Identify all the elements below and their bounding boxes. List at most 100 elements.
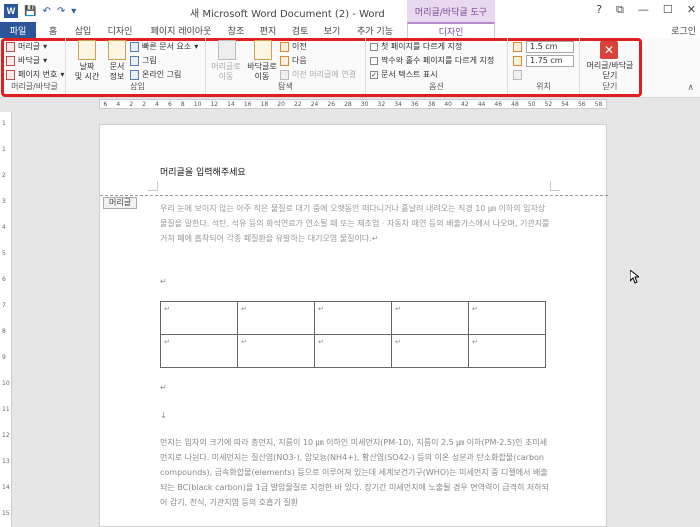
title-bar: W 💾 ↶ ↷ ▾ 새 Microsoft Word Document (2) …: [0, 0, 700, 22]
previous-button[interactable]: 이전: [280, 41, 307, 52]
tab-view[interactable]: 보기: [318, 22, 346, 38]
vruler-tick-label: 11: [2, 406, 10, 413]
ruler-tick-label: 30: [360, 100, 369, 108]
ruler-tick-label: 28: [344, 100, 352, 108]
table-cell[interactable]: ↵: [237, 334, 315, 368]
table-cell[interactable]: ↵: [391, 301, 469, 335]
footer-position-input[interactable]: 1.75 cm: [526, 55, 574, 67]
document-page[interactable]: 머리글을 입력해주세요 머리글 우리 눈에 보이지 않는 아주 작은 물질로 대…: [99, 124, 608, 527]
diff-first-page-checkbox[interactable]: 첫 페이지를 다르게 지정: [370, 41, 462, 52]
horizontal-ruler[interactable]: 6 4 2 2 4 6 8 10 12 14 16 18 20 22 24 26 28 30 32 34 36 38 40 4…: [0, 98, 700, 110]
vruler-tick-label: 15: [2, 510, 10, 517]
tab-page-layout[interactable]: 페이지 레이아웃: [144, 22, 218, 38]
header-position-input[interactable]: 1.5 cm: [526, 41, 574, 53]
diff-odd-even-checkbox[interactable]: 짝수와 홀수 페이지를 다르게 지정: [370, 55, 494, 66]
table-cell[interactable]: ↵: [468, 334, 546, 368]
quick-access-toolbar: W 💾 ↶ ↷ ▾: [0, 0, 76, 22]
header-separator: [100, 195, 608, 196]
vruler-tick-label: 3: [2, 198, 6, 205]
doc-info-icon: [108, 40, 126, 60]
page-number-button[interactable]: 페이지 번호 ▾: [6, 69, 64, 80]
tab-review[interactable]: 검토: [286, 22, 314, 38]
margin-corner-tr: [550, 181, 560, 191]
customize-qat-icon[interactable]: ▾: [71, 6, 76, 17]
footer-position-icon: [513, 56, 522, 66]
checkbox-checked-icon: ✓: [370, 70, 378, 79]
tab-file[interactable]: 파일: [0, 22, 36, 38]
footer-button[interactable]: 바닥글 ▾: [6, 55, 47, 66]
ribbon-tabs: 파일 홈 삽입 디자인 페이지 레이아웃 참조 편지 검토 보기 추가 기능 디…: [0, 22, 700, 38]
tab-insert[interactable]: 삽입: [68, 22, 98, 38]
link-previous-button[interactable]: 이전 머리글에 연결: [280, 69, 356, 80]
document-table[interactable]: ↵ ↵ ↵ ↵ ↵ ↵ ↵ ↵ ↵ ↵: [160, 301, 546, 368]
group-label-options: 옵션: [429, 82, 444, 91]
paragraph-mark: ↵: [160, 277, 167, 286]
redo-icon[interactable]: ↷: [57, 6, 65, 17]
ruler-tick-label: 36: [410, 100, 419, 108]
tab-references[interactable]: 참조: [222, 22, 250, 38]
maximize-icon[interactable]: ☐: [663, 3, 673, 17]
minimize-icon[interactable]: —: [638, 3, 649, 17]
group-label-navigation: 탐색: [278, 82, 293, 91]
ruler-tick-label: 22: [293, 100, 302, 108]
login-link[interactable]: 로그인: [671, 24, 696, 37]
vruler-tick-label: 9: [2, 354, 6, 361]
vertical-scrollbar[interactable]: [686, 110, 700, 527]
ruler-tick-label: 52: [544, 100, 553, 108]
ruler-numbers: 6 4 2 2 4 6 8 10 12 14 16 18 20 22 24 26 28 30 32 34 36 38 40 4…: [99, 99, 607, 109]
ruler-tick-label: 54: [561, 100, 569, 108]
tab-home[interactable]: 홈: [40, 22, 66, 38]
tab-hf-design[interactable]: 디자인: [407, 22, 495, 38]
ruler-tick-label: 4: [155, 100, 159, 108]
table-cell[interactable]: ↵: [391, 334, 469, 368]
table-cell[interactable]: ↵: [468, 301, 546, 335]
table-cell[interactable]: ↵: [160, 301, 238, 335]
group-label-position: 위치: [536, 82, 551, 91]
window-controls: ? ⧉ — ☐ ✕: [596, 3, 696, 17]
tab-design[interactable]: 디자인: [102, 22, 138, 38]
line-break-mark: ↓: [160, 411, 167, 420]
online-picture-button[interactable]: 온라인 그림: [130, 69, 181, 80]
online-picture-icon: [130, 69, 139, 80]
date-time-button[interactable]: 날짜 및 시간: [72, 62, 102, 82]
close-hf-button[interactable]: 머리글/바닥글 닫기: [580, 61, 640, 81]
goto-header-button[interactable]: 머리글로 이동: [208, 62, 244, 82]
next-button[interactable]: 다음: [280, 55, 307, 66]
header-text[interactable]: 머리글을 입력해주세요: [160, 165, 246, 178]
vruler-tick-label: 7: [2, 302, 6, 309]
save-icon[interactable]: 💾: [24, 6, 36, 17]
header-button[interactable]: 머리글 ▾: [6, 41, 47, 52]
picture-button[interactable]: 그림: [130, 55, 157, 66]
close-window-icon[interactable]: ✕: [687, 3, 696, 17]
vruler-tick-label: 6: [2, 276, 6, 283]
table-cell[interactable]: ↵: [314, 334, 392, 368]
picture-icon: [130, 55, 139, 66]
tab-mailings[interactable]: 편지: [254, 22, 282, 38]
doc-info-button[interactable]: 문서 정보: [102, 62, 132, 82]
body-paragraph-1[interactable]: 우리 눈에 보이지 않는 아주 작은 물질로 대기 중에 오랫동안 떠다니거나 …: [160, 201, 550, 246]
show-doc-text-checkbox[interactable]: ✓ 문서 텍스트 표시: [370, 69, 438, 80]
table-cell[interactable]: ↵: [160, 334, 238, 368]
ruler-tick-label: 40: [444, 100, 452, 108]
help-icon[interactable]: ?: [596, 3, 602, 17]
align-tab-icon[interactable]: [513, 70, 522, 80]
vruler-tick-label: 14: [2, 484, 10, 491]
vruler-tick-label: 13: [2, 458, 10, 465]
collapse-ribbon-icon[interactable]: ∧: [687, 83, 694, 93]
table-row: ↵ ↵ ↵ ↵ ↵: [160, 301, 546, 335]
tab-addins[interactable]: 추가 기능: [350, 22, 400, 38]
body-paragraph-2[interactable]: 먼지는 입자의 크기에 따라 총먼지, 지름이 10 ㎛ 이하인 미세먼지(PM…: [160, 435, 550, 527]
table-cell[interactable]: ↵: [314, 301, 392, 335]
goto-footer-button[interactable]: 바닥글로 이동: [244, 62, 280, 82]
quick-parts-button[interactable]: 빠른 문서 요소 ▾: [130, 41, 198, 52]
undo-icon[interactable]: ↶: [42, 6, 50, 17]
word-logo-icon: W: [4, 4, 18, 18]
window-title: 새 Microsoft Word Document (2) - Word: [190, 9, 385, 20]
group-navigation: 머리글로 이동 바닥글로 이동 이전 다음 이전 머리글에 연결 탐색: [206, 38, 366, 94]
ribbon-display-icon[interactable]: ⧉: [616, 3, 624, 17]
goto-footer-icon: [254, 40, 272, 60]
margin-corner-tl: [148, 181, 158, 191]
table-cell[interactable]: ↵: [237, 301, 315, 335]
ruler-tick-label: 16: [243, 100, 252, 108]
vertical-ruler[interactable]: 1 1 2 3 4 5 6 7 8 9 10 11 12 13 14 15: [0, 112, 12, 527]
